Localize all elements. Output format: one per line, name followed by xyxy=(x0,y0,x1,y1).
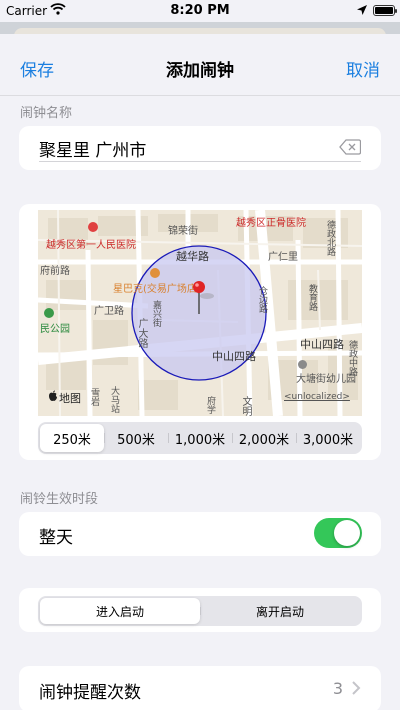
map-label-jiaoyu: 教育路 xyxy=(307,284,317,311)
all-day-toggle[interactable] xyxy=(314,518,362,548)
map-label-guangwei: 广卫路 xyxy=(94,306,124,317)
map-label-guangdalu: 广大路 xyxy=(136,318,147,348)
radius-option-500[interactable]: 500米 xyxy=(104,424,168,452)
field-underline xyxy=(39,161,361,162)
map-label-jinrong: 锦荣街 xyxy=(168,226,198,237)
map-card: 锦荣街 越秀区正骨医院 越秀区第一人民医院 越华路 广仁里 府前路 星巴克(交易… xyxy=(19,204,381,460)
period-section-header: 闹铃生效时段 xyxy=(20,492,99,507)
name-section-header: 闹钟名称 xyxy=(20,106,73,121)
cancel-button[interactable]: 取消 xyxy=(346,56,380,81)
radius-option-250[interactable]: 250米 xyxy=(40,424,104,452)
alarm-name-field[interactable]: 聚星里 广州市 xyxy=(19,126,381,170)
map-label-starbucks: 星巴克(交易广场店) xyxy=(113,284,201,295)
radius-selector: 250米 500米 1,000米 2,000米 3,000米 xyxy=(38,422,362,454)
status-bar: Carrier 8:20 PM xyxy=(0,0,400,22)
map-label-yuehua: 越华路 xyxy=(176,250,209,263)
map-label-xuenan: 雪岩 xyxy=(89,388,99,406)
all-day-row: 整天 xyxy=(19,512,381,556)
map-legal-link[interactable]: <unlocalized> xyxy=(284,392,350,402)
radius-option-3000[interactable]: 3,000米 xyxy=(296,424,360,452)
radius-option-1000[interactable]: 1,000米 xyxy=(168,424,232,452)
all-day-label: 整天 xyxy=(39,528,73,548)
repeat-count-label: 闹钟提醒次数 xyxy=(39,683,141,703)
apple-maps-label: 地图 xyxy=(59,392,81,405)
map-label-zhengguyuan: 越秀区正骨医院 xyxy=(236,218,306,229)
alarm-name-value[interactable]: 聚星里 广州市 xyxy=(39,136,146,161)
map-view[interactable]: 锦荣街 越秀区正骨医院 越秀区第一人民医院 越华路 广仁里 府前路 星巴克(交易… xyxy=(38,210,362,416)
trigger-row: 进入启动 离开启动 xyxy=(19,588,381,632)
hospital-poi-icon xyxy=(88,222,98,232)
trigger-selector: 进入启动 离开启动 xyxy=(38,596,362,626)
map-label-wenming: 文明 xyxy=(240,396,251,416)
trigger-enter-option[interactable]: 进入启动 xyxy=(40,598,200,624)
map-label-cangbian: 仓边路 xyxy=(257,286,267,313)
map-label-dama: 大马站 xyxy=(109,386,119,413)
map-label-zhongshan4-a: 中山四路 xyxy=(212,350,256,363)
map-label-kindergarten: 大塘街幼儿园 xyxy=(296,374,356,385)
repeat-count-value: 3 xyxy=(332,679,343,698)
repeat-count-row[interactable]: 闹钟提醒次数 3 xyxy=(19,666,381,710)
map-label-guangren: 广仁里 xyxy=(268,252,298,263)
park-poi-icon xyxy=(44,308,54,318)
map-label-zhongshan4-b: 中山四路 xyxy=(300,338,344,351)
radius-option-2000[interactable]: 2,000米 xyxy=(232,424,296,452)
apple-logo-icon xyxy=(49,390,57,401)
add-alarm-sheet: 保存 添加闹钟 取消 闹钟名称 聚星里 广州市 锦荣街 越秀区正骨医院 越秀区第… xyxy=(0,34,400,710)
clear-text-icon[interactable] xyxy=(339,138,361,156)
battery-icon xyxy=(373,5,397,16)
map-label-renmin-park: 民公园 xyxy=(40,324,70,335)
map-label-dezhengbei: 德政北路 xyxy=(325,220,335,256)
chevron-right-icon xyxy=(352,681,361,695)
navigation-bar: 保存 添加闹钟 取消 xyxy=(0,34,400,96)
page-title: 添加闹钟 xyxy=(166,61,234,81)
trigger-leave-option[interactable]: 离开启动 xyxy=(200,598,360,624)
map-pin-icon xyxy=(193,281,214,314)
map-label-renmin-hospital: 越秀区第一人民医院 xyxy=(46,240,136,251)
status-time: 8:20 PM xyxy=(170,3,230,18)
map-label-fuxue: 府学 xyxy=(205,396,215,414)
location-arrow-icon xyxy=(357,5,367,15)
map-label-jixing: 嘉兴街 xyxy=(151,300,161,327)
underlying-screen xyxy=(0,22,400,36)
school-poi-icon xyxy=(298,360,307,369)
map-label-fuqian: 府前路 xyxy=(40,266,70,277)
cafe-poi-icon xyxy=(150,268,160,278)
